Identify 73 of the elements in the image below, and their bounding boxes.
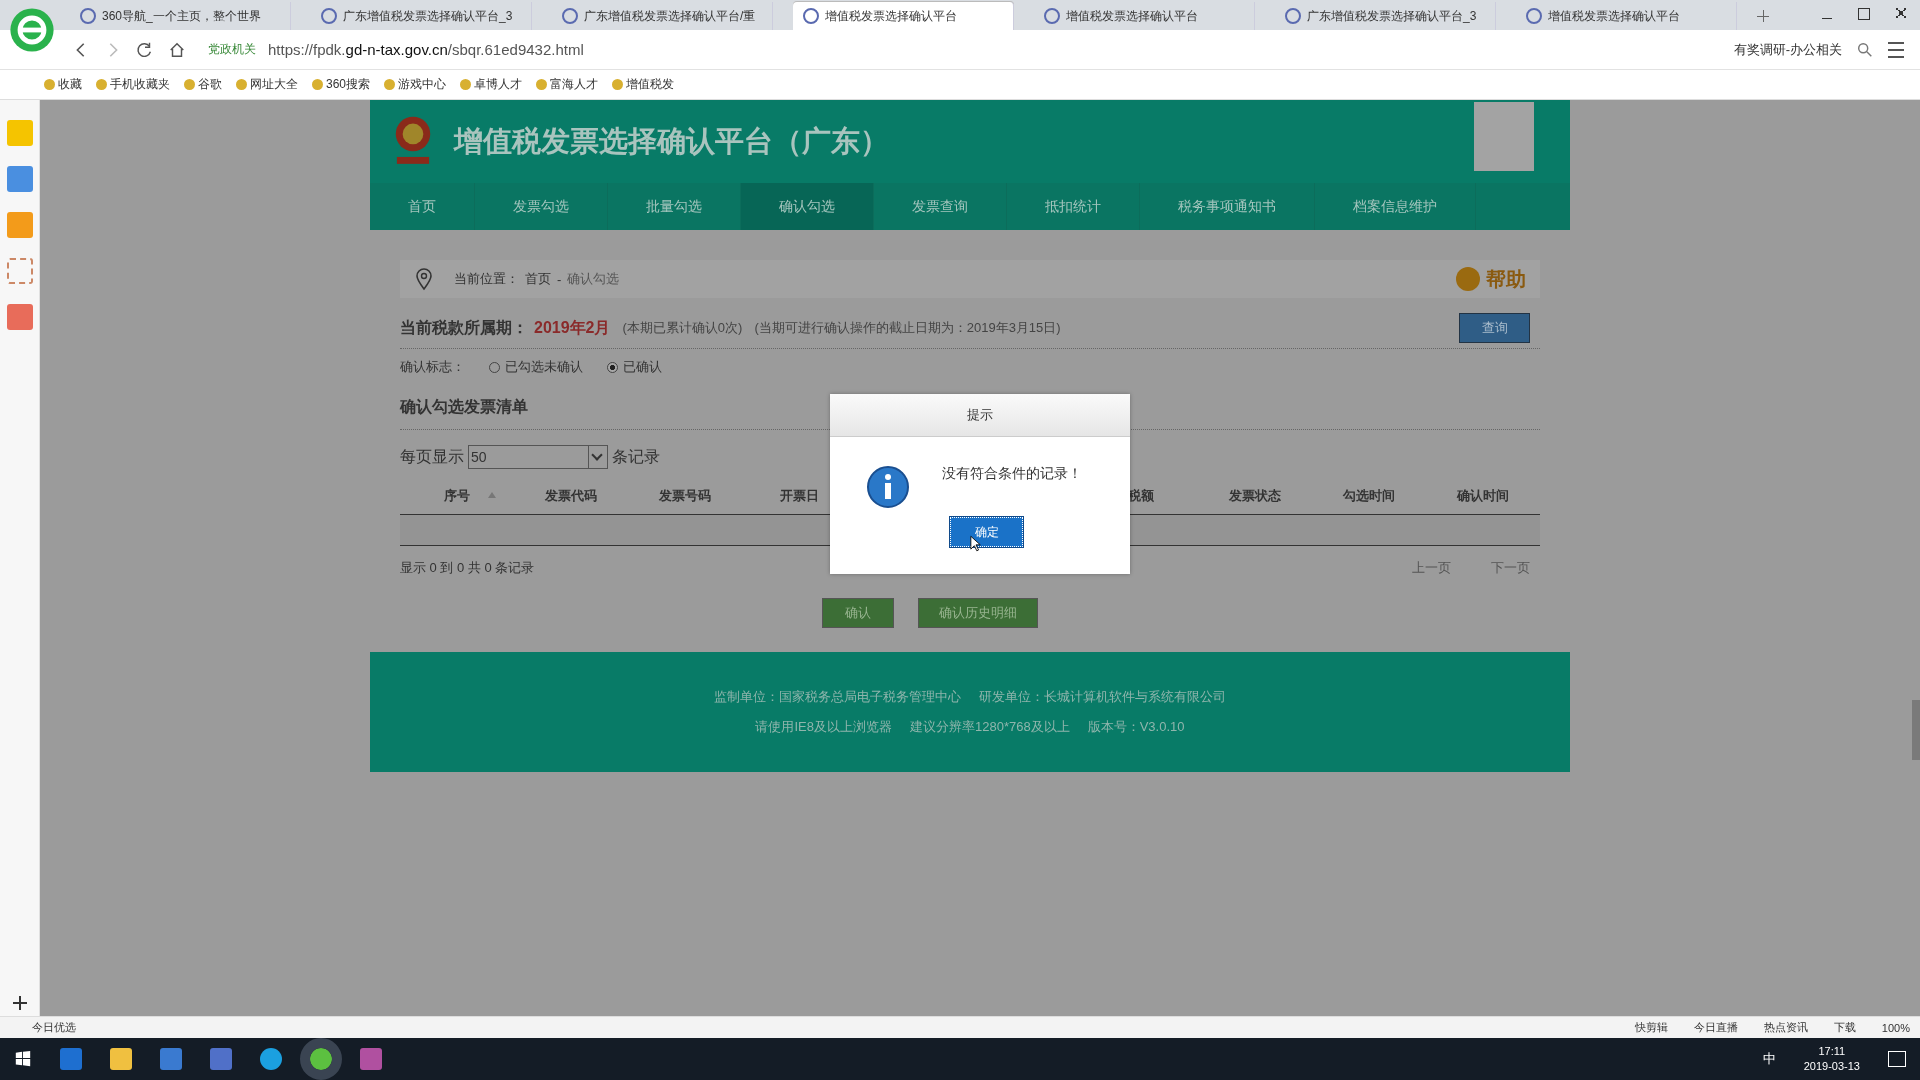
clock[interactable]: 17:11 2019-03-13 bbox=[1803, 1044, 1860, 1074]
globe-icon bbox=[1044, 8, 1060, 24]
footer-text: 研发单位：长城计算机软件与系统有限公司 bbox=[979, 688, 1226, 706]
deadline-note: (当期可进行确认操作的截止日期为：2019年3月15日) bbox=[754, 319, 1061, 337]
confirm-flag-label: 确认标志： bbox=[400, 358, 465, 376]
footer-text: 请使用IE8及以上浏览器 bbox=[755, 718, 892, 736]
breadcrumb-link[interactable]: 首页 bbox=[525, 270, 551, 288]
globe-icon bbox=[80, 8, 96, 24]
search-icon[interactable] bbox=[1856, 40, 1874, 59]
bookmark-link[interactable]: 网址大全 bbox=[236, 76, 298, 93]
globe-icon bbox=[1285, 8, 1301, 24]
status-item[interactable]: 快剪辑 bbox=[1634, 1020, 1668, 1035]
footer-text: 建议分辨率1280*768及以上 bbox=[910, 718, 1070, 736]
status-item[interactable]: 今日直播 bbox=[1693, 1020, 1738, 1035]
address-field[interactable]: 党政机关 https://fpdk.gd-n-tax.gov.cn/sbqr.61ed9432.html bbox=[200, 35, 1478, 64]
confirm-count-note: (本期已累计确认0次) bbox=[622, 319, 743, 337]
query-button[interactable]: 查询 bbox=[1459, 313, 1530, 343]
column-header[interactable]: 发票状态 bbox=[1229, 487, 1281, 505]
globe-icon bbox=[1526, 8, 1542, 24]
maximize-icon[interactable] bbox=[1858, 8, 1870, 20]
page-size-unit: 条记录 bbox=[612, 446, 660, 467]
column-header[interactable]: 序号 bbox=[444, 487, 470, 505]
bookmark-link[interactable]: 360搜索 bbox=[312, 76, 371, 93]
action-button[interactable]: 确认历史明细 bbox=[918, 598, 1038, 628]
column-header[interactable]: 发票号码 bbox=[659, 487, 711, 505]
globe-icon bbox=[562, 8, 578, 24]
nav-item[interactable]: 确认勾选 bbox=[741, 183, 874, 230]
page-size-label: 每页显示 bbox=[400, 446, 464, 467]
breadcrumb-label: 当前位置： bbox=[454, 270, 519, 288]
status-item[interactable]: 热点资讯 bbox=[1763, 1020, 1808, 1035]
info-icon bbox=[866, 465, 910, 509]
bookmark-link[interactable]: 手机收藏夹 bbox=[96, 76, 170, 93]
record-summary: 显示 0 到 0 共 0 条记录 bbox=[400, 559, 535, 577]
bookmark-link[interactable]: 谷歌 bbox=[184, 76, 222, 93]
period-value: 2019年2月 bbox=[534, 317, 611, 338]
input-method[interactable]: 中 bbox=[1762, 1050, 1776, 1068]
close-icon[interactable] bbox=[1896, 8, 1906, 18]
zoom-level[interactable]: 100% bbox=[1881, 1021, 1910, 1034]
column-header[interactable]: 发票代码 bbox=[545, 487, 597, 505]
header-image bbox=[1474, 102, 1534, 171]
start-icon[interactable] bbox=[14, 1050, 32, 1068]
column-header[interactable]: 确认时间 bbox=[1457, 487, 1509, 505]
globe-icon bbox=[803, 8, 819, 24]
radio-option[interactable]: 已勾选未确认 bbox=[489, 358, 583, 376]
globe-icon bbox=[321, 8, 337, 24]
bookmark-link[interactable]: 游戏中心 bbox=[384, 76, 447, 93]
period-label: 当前税款所属期： bbox=[400, 317, 528, 338]
home-icon[interactable] bbox=[168, 40, 186, 59]
column-header[interactable]: 开票日 bbox=[779, 487, 819, 505]
reload-icon[interactable] bbox=[136, 40, 154, 59]
page-size-select[interactable]: 50 bbox=[468, 445, 608, 469]
action-button[interactable]: 确认 bbox=[822, 598, 894, 628]
footer-text: 监制单位：国家税务总局电子税务管理中心 bbox=[714, 688, 961, 706]
notification-icon[interactable] bbox=[1888, 1051, 1906, 1067]
breadcrumb-current: 确认勾选 bbox=[567, 270, 620, 288]
footer-text: 版本号：V3.0.10 bbox=[1087, 718, 1185, 736]
scrollbar-thumb[interactable] bbox=[1912, 700, 1920, 760]
ok-button[interactable]: 确定 bbox=[950, 517, 1023, 547]
location-pin-icon bbox=[414, 267, 434, 291]
column-header[interactable]: 勾选时间 bbox=[1343, 487, 1395, 505]
dialog-title: 提示 bbox=[830, 394, 1130, 437]
bookmark-link[interactable]: 增值税发 bbox=[612, 76, 675, 93]
radio-option[interactable]: 已确认 bbox=[607, 358, 662, 376]
status-item[interactable]: 下载 bbox=[1833, 1020, 1856, 1035]
search-suggestion[interactable]: 有奖调研-办公相关 bbox=[1733, 40, 1842, 59]
site-title: 增值税发票选择确认平台（广东） bbox=[454, 123, 889, 159]
browser-tab[interactable]: 增值税发票选择确认平台 bbox=[793, 2, 1014, 30]
dialog-message: 没有符合条件的记录！ bbox=[942, 465, 1082, 483]
status-item[interactable]: 今日优选 bbox=[32, 1020, 76, 1035]
bookmark-link[interactable]: 收藏 bbox=[44, 76, 82, 93]
breadcrumb-separator: - bbox=[557, 271, 562, 287]
bookmark-link[interactable]: 卓博人才 bbox=[460, 76, 523, 93]
bookmark-link[interactable]: 富海人才 bbox=[536, 76, 599, 93]
